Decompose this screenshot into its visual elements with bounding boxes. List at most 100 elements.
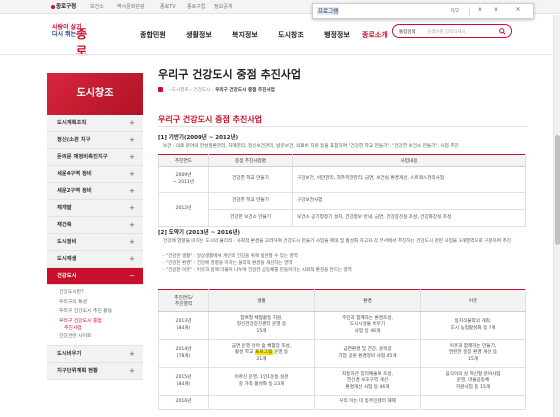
table-cell: 우리 이는 미 동주민센터 해제: [314, 395, 421, 410]
utility-link-health[interactable]: 보건소: [90, 3, 104, 10]
sidebar-item-empty[interactable]: 도시비우기 +: [47, 345, 143, 363]
table-cell: 금연환경 및 건강, 골목길 기업 공원 환경정비 사업 45개: [314, 339, 421, 368]
table-cell: 어르신 운영, 1인1운동 실천 중 가족 활성화 등 23개: [208, 367, 315, 396]
sidebar-item-seun4[interactable]: 세운4구역 정비 +: [47, 166, 143, 183]
sidebar-item-label: 돈의문 재정비촉진지구: [57, 154, 108, 160]
table-header-cell: 추진연도: [158, 154, 209, 167]
nav-item-welfare[interactable]: 복지정보: [232, 30, 258, 40]
breadcrumb-sep: ›: [190, 88, 192, 93]
table-cell: [420, 395, 526, 410]
sidebar-item-label: 재건축: [57, 222, 72, 228]
minus-icon: −: [129, 272, 135, 280]
table-cell: 이웃과 함께하는 만들기, 연천한 중장 환경 개선 등 15개: [420, 339, 526, 368]
plus-icon: +: [129, 170, 135, 178]
sidebar-submenu: 건강도시란? 우리구의 특성 우리구 건강도시 추진 활동 우리구 건강도시 중…: [47, 285, 143, 346]
home-dot-icon: [51, 4, 55, 9]
plus-icon: +: [129, 153, 135, 161]
sidebar-item-city-maint[interactable]: 도시정비 +: [47, 234, 143, 251]
table-cell: 2015년 (84개): [158, 367, 209, 396]
submenu-item-current[interactable]: 우리구 건강도시 중점: [59, 317, 143, 327]
sidebar-item-redevelop[interactable]: 재개발 +: [47, 200, 143, 217]
find-separator: [469, 7, 470, 16]
search-scope-select[interactable]: 통합검색: [399, 29, 416, 35]
breadcrumb: › 도시창조 › 건강도시 › 우리구 건강도시 중점 추진사업: [158, 87, 275, 93]
breadcrumb-item[interactable]: 도시창조: [172, 88, 189, 93]
sidebar-item-label: 정신(소관 지구: [57, 137, 91, 143]
find-query-input[interactable]: 프로그램: [317, 7, 340, 15]
sidebar-item-donuimun[interactable]: 돈의문 재정비촉진지구 +: [47, 149, 143, 166]
home-icon[interactable]: [158, 87, 163, 92]
breadcrumb-sep: ›: [168, 88, 171, 93]
table-cell: 구강보건사업: [292, 192, 526, 210]
breadcrumb-item[interactable]: 건강도시: [193, 88, 210, 93]
table-cell: 자동하관 장리예술로 조성, 한신경 보호구역 개선 환경개선 사업 등 46개: [314, 367, 421, 396]
find-prev-icon[interactable]: ∧: [475, 6, 485, 13]
list-item-text: "건강한 생활" : 일상생활에서 개인의 건강을 위해 실천할 수 있는 영역: [166, 254, 298, 259]
sidebar-item-label: 도시계획조직: [57, 120, 87, 126]
list-item: - "건강한 생활" : 일상생활에서 개인의 건강을 위해 실천할 수 있는 …: [163, 254, 298, 259]
section-divider: [158, 126, 528, 127]
sidebar-item-district[interactable]: 정신(소관 지구 +: [47, 132, 143, 149]
search-input[interactable]: 검색어를 입력하세요: [427, 29, 466, 35]
submenu-item[interactable]: 건강도시란?: [59, 288, 143, 298]
plus-icon: +: [129, 366, 135, 375]
table-header-row: 추진연도/ 추진영역 생활 환경 이웃: [158, 289, 526, 312]
table-row: 2016년 우리 이는 미 동주민센터 해제: [158, 395, 526, 410]
section-heading-2: [2] 도약기 (2013년 ~ 2016년): [158, 230, 241, 236]
sidebar-item-label: 세운2구역 정비: [57, 188, 92, 194]
plus-icon: +: [129, 238, 135, 246]
table-row: 2015년 (84개) 어르신 운영, 1인1운동 실천 중 가족 활성화 등 …: [158, 367, 526, 396]
bullet-list: - "건강한 생활" : 일상생활에서 개인의 건강을 위해 실천할 수 있는 …: [163, 254, 352, 274]
table-header-cell: 추진연도/ 추진영역: [158, 289, 209, 312]
nav-item-about[interactable]: 종로소개: [362, 30, 388, 40]
sidebar-menu: 도시계획조직 + 정신(소관 지구 + 돈의문 재정비촉진지구 + 세운4구역 정비 +…: [47, 115, 143, 380]
utility-link-tv[interactable]: 종로TV: [160, 3, 176, 10]
table-foundation: 추진연도 중점 추진사업명 사업내용 2009년 ~ 2011년 건강한 학교 …: [158, 154, 526, 227]
find-in-page-bar: 프로그램 0/2 ∧ ∨ ×: [312, 3, 534, 19]
table-header-cell: 생활: [208, 289, 315, 312]
sidebar-item-rebuild[interactable]: 재건축 +: [47, 217, 143, 234]
table-cell: 보건소 공기청정기 설치, 건강정보 안내, 금연, 건강증진실 조성, 건강화…: [292, 209, 526, 227]
table-cell: [208, 395, 315, 410]
scrollbar-thumb[interactable]: [555, 135, 560, 245]
sidebar-title: 도시창조: [47, 73, 143, 115]
nav-item-city[interactable]: 도시창조: [278, 30, 304, 40]
search-icon[interactable]: [499, 28, 506, 35]
page-title: 우리구 건강도시 중점 추진사업: [158, 68, 302, 81]
submenu-item[interactable]: 건강관련 사이트: [59, 332, 143, 342]
submenu-item[interactable]: 우리구 건강도시 추진 활동: [59, 307, 143, 317]
sidebar-item-healthy-city[interactable]: 건강도시 −: [47, 268, 143, 285]
utility-link-facility[interactable]: 종로구립: [187, 3, 205, 10]
find-next-icon[interactable]: ∨: [491, 6, 501, 13]
find-close-icon[interactable]: ×: [513, 6, 523, 13]
table-header-row: 추진연도 중점 추진사업명 사업내용: [158, 154, 526, 167]
list-item-text: "건강한 환경" : 건강에 영향을 미치는 물리적 환경을 개선하는 영역: [166, 260, 293, 266]
find-match-count: 0/2: [451, 8, 460, 14]
table-row: 2013년 (84개) 참여형 체험활동 지원, 정신건강증진센터 운영 등 1…: [158, 311, 526, 340]
sidebar-item-seun2[interactable]: 세운2구역 정비 +: [47, 183, 143, 200]
site-search: 통합검색 검색어를 입력하세요: [392, 24, 512, 38]
table-header-cell: 중점 추진사업명: [208, 154, 293, 167]
list-item: - "건강한 이웃" : 이웃과 함께 더불어 나누며 건강한 공동체를 만들어…: [163, 267, 352, 273]
section-heading-1: [1] 기반기(2009년 ~ 2012년): [158, 135, 239, 141]
sidebar-item-label: 건강도시: [57, 273, 77, 279]
table-row: 2009년 ~ 2011년 건강한 학교 만들기 구강보건, 비만관리, 척추측…: [158, 166, 526, 193]
utility-link-culture[interactable]: 역사문화관광: [117, 3, 145, 10]
sidebar-item-urban-plan[interactable]: 도시계획조직 +: [47, 115, 143, 132]
table-cell: 2014년 (78개): [158, 339, 209, 368]
sidebar-item-regen[interactable]: 도시재생 +: [47, 251, 143, 268]
sidebar-item-unit-plan[interactable]: 지구단위계획 현황 +: [47, 362, 143, 380]
nav-item-admin[interactable]: 행정정보: [324, 30, 350, 40]
sidebar-item-label: 도시재생: [57, 256, 77, 262]
utility-link-info[interactable]: 정보공개: [214, 3, 232, 10]
submenu-item[interactable]: 우리구의 특성: [59, 298, 143, 308]
table-cell: 음식이의 실 혁신형 분야사업 운영, 마을공동체 지원사업 등 15개: [420, 367, 526, 396]
site-logo[interactable]: 사람이 살기 다시 뛰는 종로: [52, 24, 87, 58]
utility-home-link[interactable]: 종로구청: [56, 2, 76, 10]
table-header-cell: 환경: [314, 289, 421, 312]
table-cell: 2013년 (84개): [158, 311, 209, 340]
page-scrollbar[interactable]: [553, 15, 560, 417]
nav-item-life[interactable]: 생활정보: [186, 30, 212, 40]
sidebar-item-label: 도시정비: [57, 239, 77, 245]
nav-item-civil[interactable]: 종합민원: [140, 30, 166, 40]
